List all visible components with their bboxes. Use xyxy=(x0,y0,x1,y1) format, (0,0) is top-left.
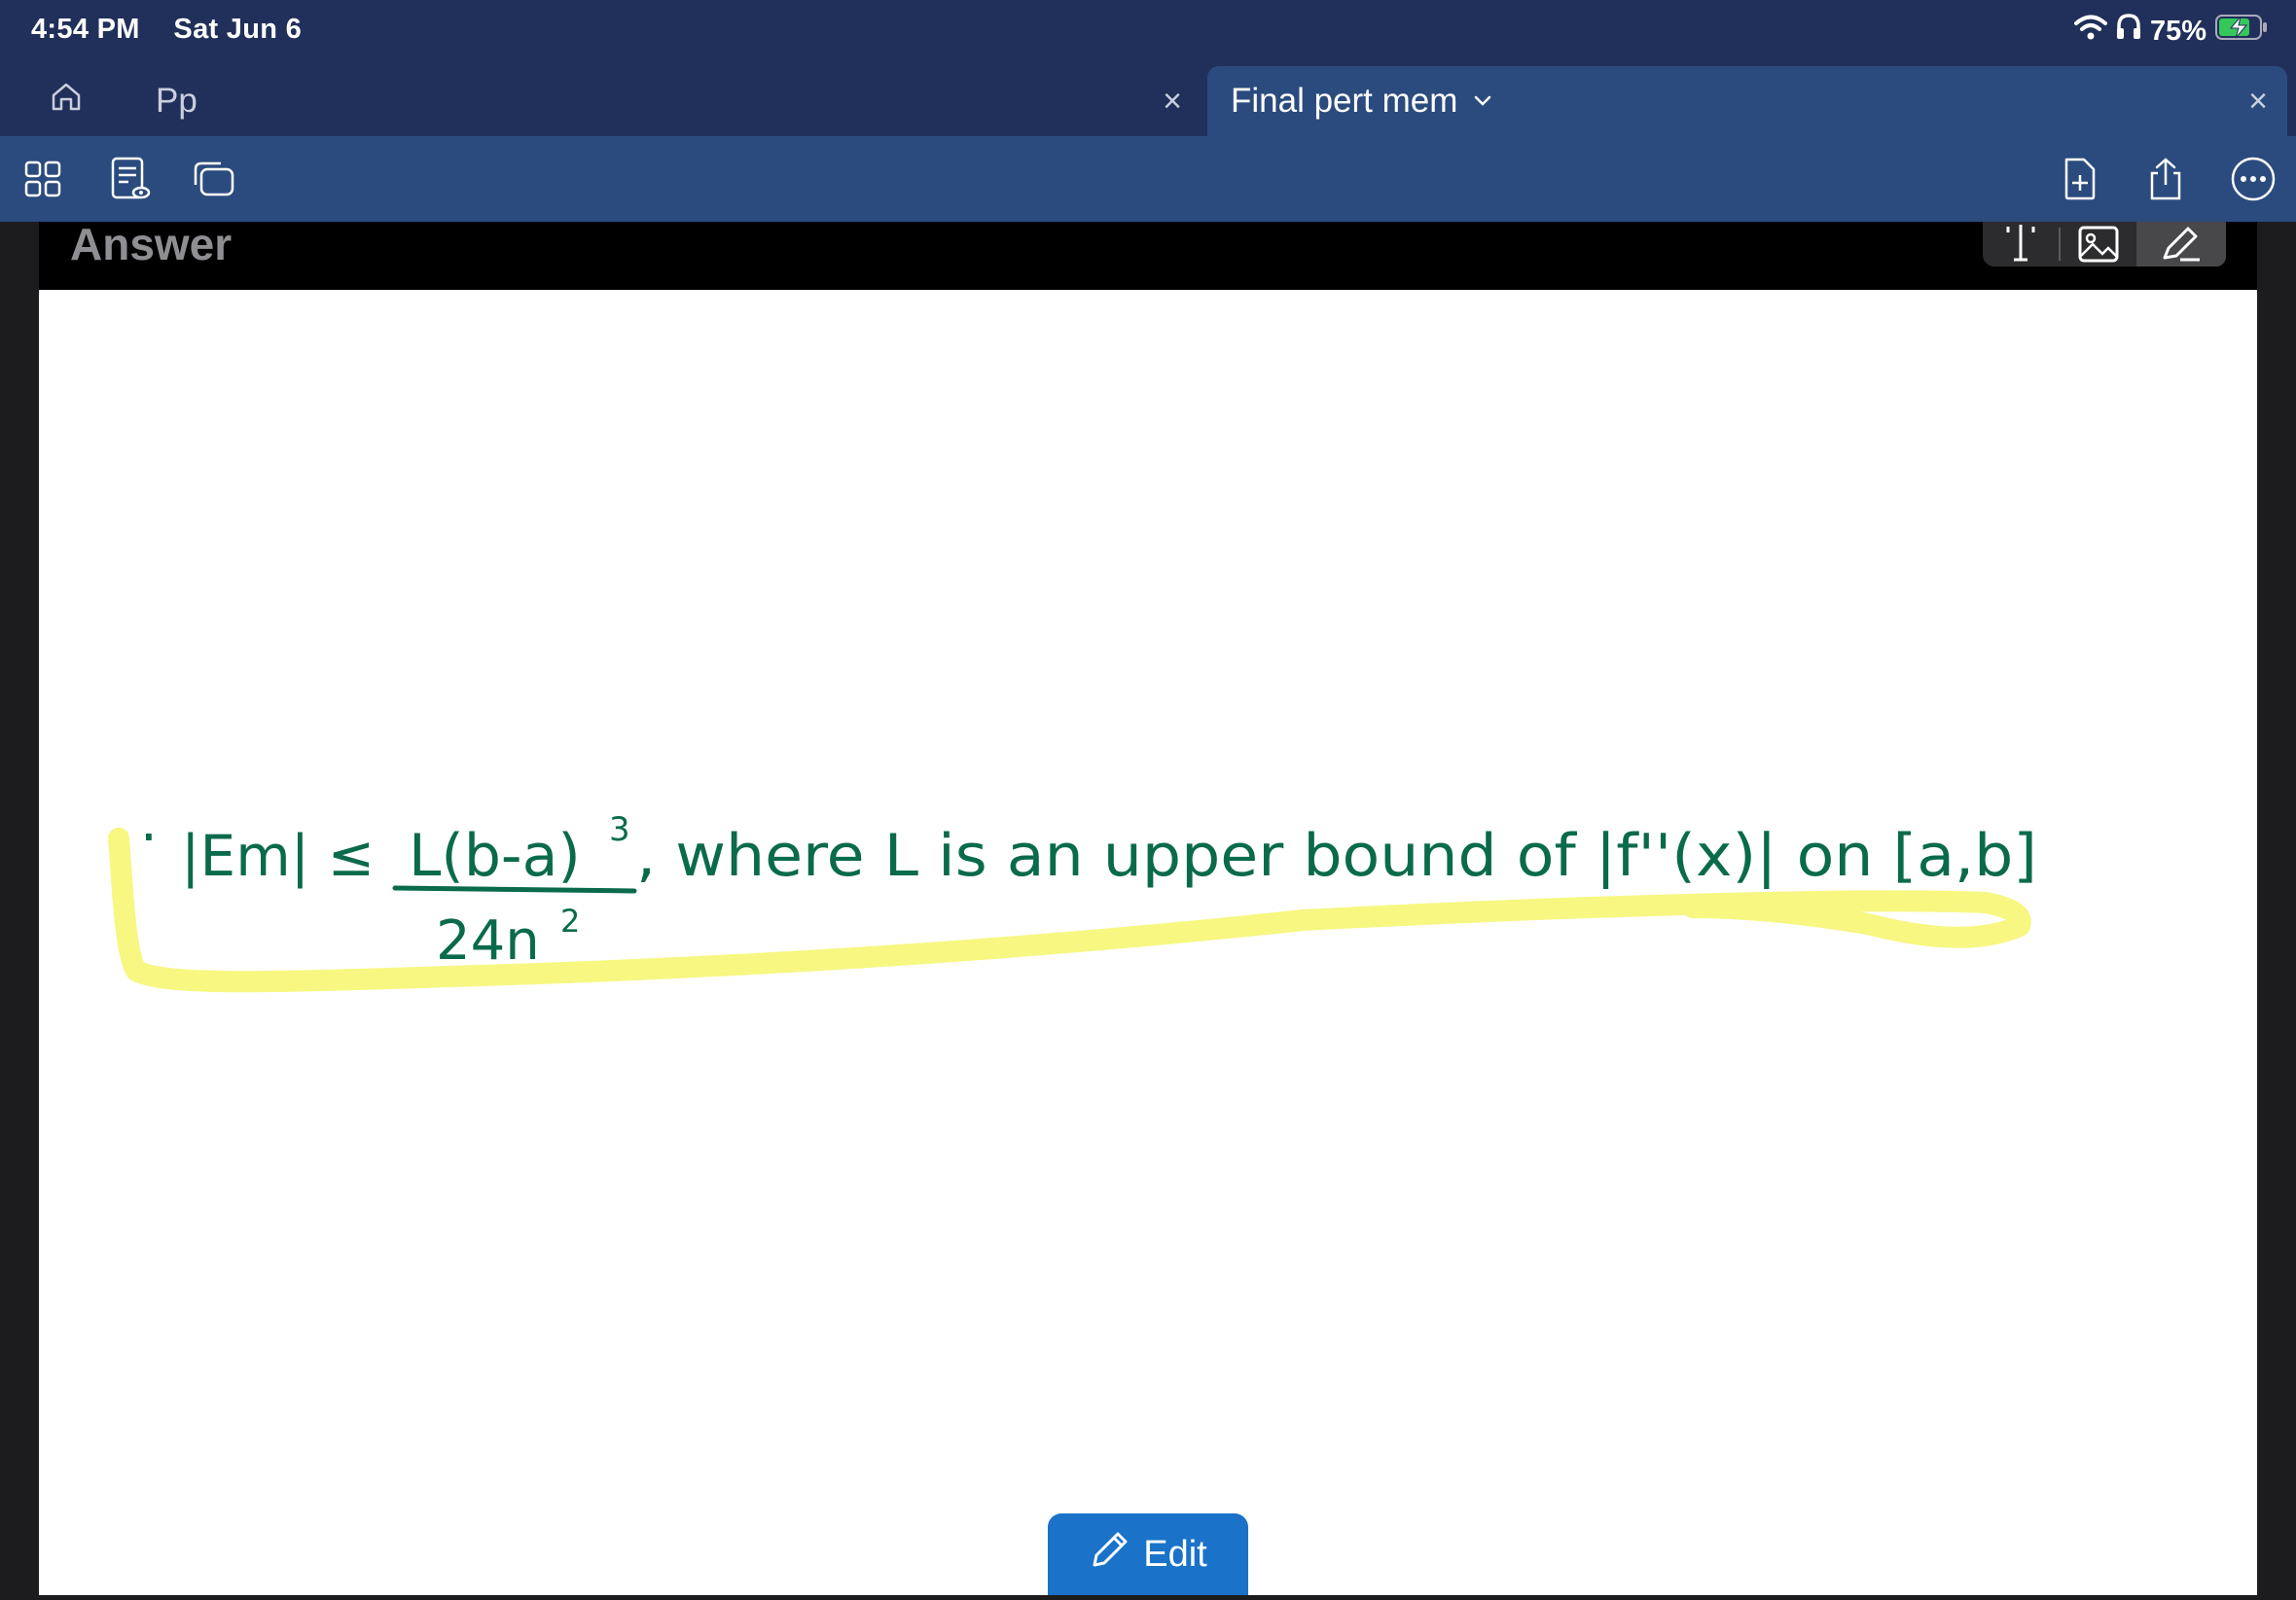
ink-denominator-exponent: 2 xyxy=(560,903,580,940)
edit-button[interactable]: Edit xyxy=(1048,1513,1248,1595)
status-time: 4:54 PM Sat Jun 6 xyxy=(31,14,302,46)
home-icon xyxy=(50,82,83,122)
more-icon[interactable] xyxy=(2228,154,2278,204)
windows-icon[interactable] xyxy=(189,154,239,204)
status-clock: 4:54 PM xyxy=(31,14,140,45)
ink-denominator: 24n xyxy=(436,909,540,973)
chevron-down-icon[interactable] xyxy=(1473,94,1492,108)
status-date: Sat Jun 6 xyxy=(173,14,303,45)
tab-pp[interactable]: Pp × xyxy=(156,66,1202,136)
tab-home[interactable] xyxy=(47,66,86,136)
status-bar: 4:54 PM Sat Jun 6 75% xyxy=(0,0,2296,64)
headphones-icon xyxy=(2115,13,2142,50)
note-page: Answer · |Em| ≤ L(b-a) 3 24n 2 , where L… xyxy=(39,222,2257,1595)
tab-label-final-pert-mem: Final pert mem xyxy=(1231,82,1458,120)
close-icon[interactable]: × xyxy=(1153,82,1192,121)
wifi-icon xyxy=(2073,14,2107,49)
battery-percent: 75% xyxy=(2149,15,2206,47)
ink-lhs: |Em| ≤ xyxy=(181,823,375,889)
status-indicators: 75% xyxy=(2073,12,2269,51)
tab-final-pert-mem[interactable]: Final pert mem × xyxy=(1207,66,2287,136)
ink-bullet: · xyxy=(140,806,158,870)
ink-exponent: 3 xyxy=(609,810,630,849)
tab-label-pp: Pp xyxy=(156,82,197,120)
ink-rest: , where L is an upper bound of |f''(x)| … xyxy=(636,822,2037,890)
ink-numerator: L(b-a) xyxy=(409,822,581,890)
document-view-icon[interactable] xyxy=(105,154,156,204)
edit-label: Edit xyxy=(1143,1533,1207,1575)
close-icon[interactable]: × xyxy=(2239,82,2278,121)
tab-bar: Pp × Final pert mem × xyxy=(0,64,2296,136)
toolbar xyxy=(0,136,2296,222)
grid-view-icon[interactable] xyxy=(18,154,68,204)
ink-canvas[interactable]: · |Em| ≤ L(b-a) 3 24n 2 , where L is an … xyxy=(39,222,2257,1595)
battery-charging-icon xyxy=(2214,13,2269,50)
share-icon[interactable] xyxy=(2140,154,2191,204)
pencil-icon xyxy=(1089,1528,1131,1581)
add-page-icon[interactable] xyxy=(2055,154,2105,204)
resize-handle[interactable] xyxy=(2218,1537,2257,1595)
